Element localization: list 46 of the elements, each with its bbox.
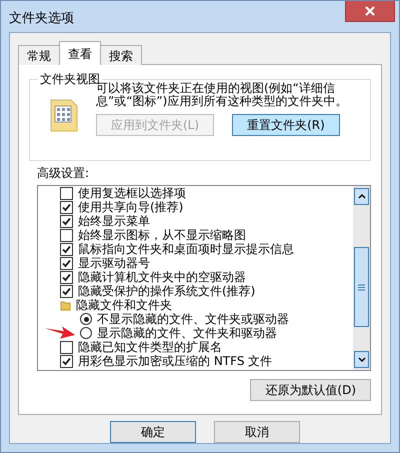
- checkbox[interactable]: [60, 354, 73, 368]
- option-label[interactable]: 隐藏已知文件类型的扩展名: [78, 340, 222, 354]
- group-label: 隐藏文件和文件夹: [76, 298, 172, 312]
- folder-view-icon: [50, 98, 78, 132]
- checkbox[interactable]: [60, 270, 73, 284]
- option-label[interactable]: 显示隐藏的文件、文件夹和驱动器: [97, 326, 277, 340]
- scroll-thumb[interactable]: [354, 247, 369, 327]
- checkbox[interactable]: [60, 200, 73, 214]
- radio-button[interactable]: [80, 327, 92, 339]
- checkbox[interactable]: [60, 340, 73, 354]
- tab[interactable]: 搜索: [100, 45, 142, 65]
- tab[interactable]: 查看: [59, 41, 101, 65]
- option-label[interactable]: 始终显示图标，从不显示缩略图: [78, 228, 246, 242]
- option-label[interactable]: 用彩色显示加密或压缩的 NTFS 文件: [78, 354, 272, 368]
- scrollbar[interactable]: [353, 186, 370, 370]
- checkbox[interactable]: [60, 214, 73, 228]
- close-button[interactable]: [345, 1, 395, 22]
- option-label[interactable]: 使用共享向导(推荐): [78, 200, 184, 214]
- option-label[interactable]: 不显示隐藏的文件、文件夹或驱动器: [97, 312, 289, 326]
- folder-icon: [60, 300, 71, 310]
- option-label[interactable]: 隐藏受保护的操作系统文件(推荐): [78, 284, 256, 298]
- radio-button[interactable]: [80, 313, 92, 325]
- option-label[interactable]: 始终显示菜单: [78, 214, 150, 228]
- option-label[interactable]: 鼠标指向文件夹和桌面项时显示提示信息: [78, 242, 294, 256]
- dialog-button[interactable]: 确定: [110, 421, 196, 443]
- scroll-up-button[interactable]: [354, 188, 369, 205]
- chevron-down-icon: [358, 357, 366, 362]
- option-label[interactable]: 使用复选框以选择项: [78, 186, 186, 200]
- checkbox[interactable]: [60, 256, 73, 270]
- option-label[interactable]: 隐藏计算机文件夹中的空驱动器: [78, 270, 246, 284]
- advanced-label: 高级设置:: [37, 165, 90, 182]
- checkbox[interactable]: [60, 242, 73, 256]
- option-label[interactable]: 显示驱动器号: [78, 256, 150, 270]
- close-icon: [365, 6, 375, 16]
- annotation-arrow: [45, 324, 75, 340]
- folder-button[interactable]: 重置文件夹(R): [232, 114, 340, 136]
- grip-icon: [358, 284, 365, 290]
- tab[interactable]: 常规: [18, 45, 60, 65]
- dialog-button[interactable]: 取消: [214, 421, 300, 443]
- checkbox[interactable]: [60, 186, 73, 200]
- checkbox[interactable]: [60, 228, 73, 242]
- window-title: 文件夹选项: [9, 10, 74, 27]
- restore-defaults-button[interactable]: 还原为默认值(D): [250, 379, 371, 401]
- chevron-up-icon: [358, 194, 366, 199]
- scroll-down-button[interactable]: [354, 351, 369, 368]
- checkbox[interactable]: [60, 284, 73, 298]
